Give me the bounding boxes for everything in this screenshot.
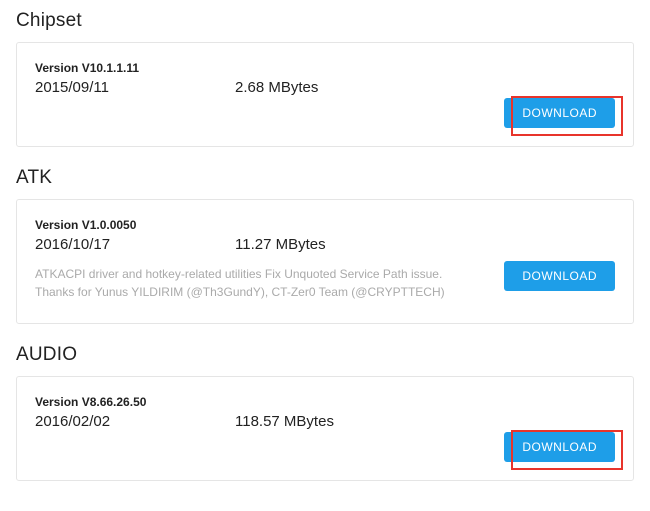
section-atk: ATK Version V1.0.0050 2016/10/17 11.27 M… (16, 167, 634, 324)
info-row: 2016/02/02 118.57 MBytes (35, 413, 615, 430)
release-date: 2015/09/11 (35, 79, 235, 96)
section-title: AUDIO (16, 344, 634, 366)
info-row: 2015/09/11 2.68 MBytes (35, 79, 615, 96)
version-label: Version V1.0.0050 (35, 218, 615, 232)
download-button[interactable]: DOWNLOAD (504, 261, 615, 291)
version-label: Version V10.1.1.11 (35, 61, 615, 75)
download-button[interactable]: DOWNLOAD (504, 432, 615, 462)
file-size: 2.68 MBytes (235, 79, 318, 96)
driver-card-audio: Version V8.66.26.50 2016/02/02 118.57 MB… (16, 376, 634, 481)
file-size: 11.27 MBytes (235, 236, 326, 253)
section-title: Chipset (16, 10, 634, 32)
release-date: 2016/10/17 (35, 236, 235, 253)
info-row: 2016/10/17 11.27 MBytes (35, 236, 615, 253)
driver-card-chipset: Version V10.1.1.11 2015/09/11 2.68 MByte… (16, 42, 634, 147)
release-date: 2016/02/02 (35, 413, 235, 430)
section-chipset: Chipset Version V10.1.1.11 2015/09/11 2.… (16, 10, 634, 147)
download-button[interactable]: DOWNLOAD (504, 98, 615, 128)
file-size: 118.57 MBytes (235, 413, 334, 430)
description: ATKACPI driver and hotkey-related utilit… (35, 265, 465, 301)
driver-card-atk: Version V1.0.0050 2016/10/17 11.27 MByte… (16, 199, 634, 324)
section-title: ATK (16, 167, 634, 189)
version-label: Version V8.66.26.50 (35, 395, 615, 409)
section-audio: AUDIO Version V8.66.26.50 2016/02/02 118… (16, 344, 634, 481)
